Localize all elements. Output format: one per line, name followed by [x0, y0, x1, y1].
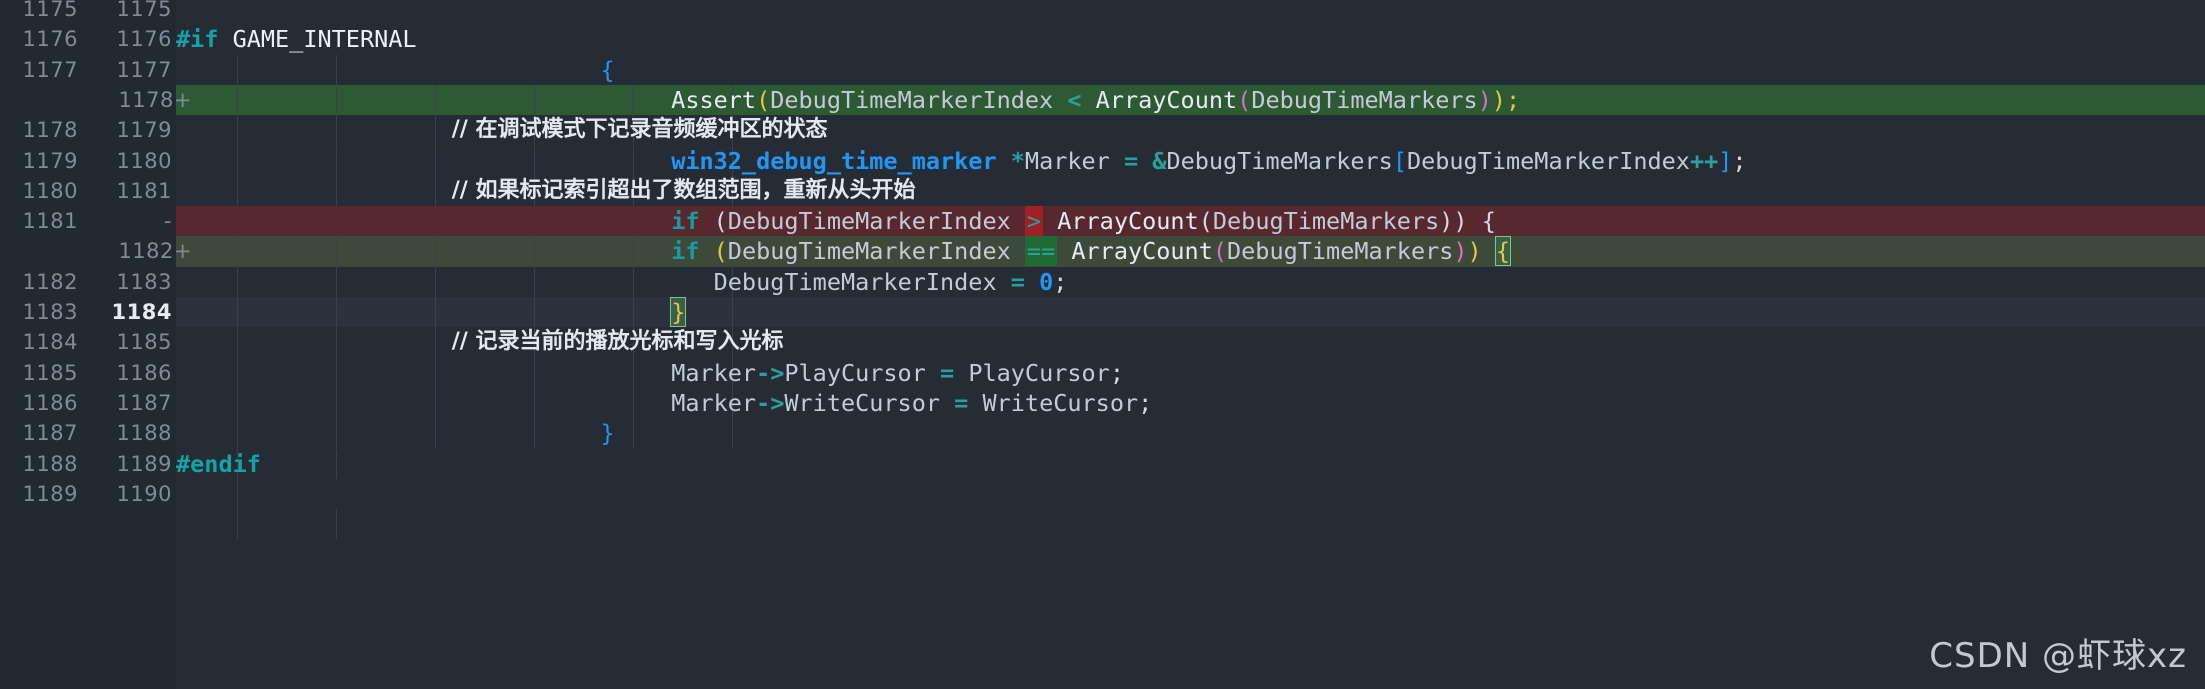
code-line-1184-cursor[interactable]: }	[176, 297, 687, 327]
op-less-than: <	[1067, 85, 1082, 114]
line-number-new: 1187	[116, 390, 172, 415]
field-playcursor: PlayCursor	[784, 358, 926, 387]
var-index: DebugTimeMarkerIndex	[727, 207, 1011, 236]
line-number-old: 1184	[22, 330, 78, 355]
diff-row[interactable]	[0, 449, 2205, 479]
line-number-new: 1181	[116, 178, 172, 203]
var-marker: Marker	[671, 388, 757, 417]
var-markers: DebugTimeMarkers	[1251, 85, 1478, 114]
gutter[interactable]: 1175 1175 1176 1176 1177 1177 1178+ 1178…	[0, 0, 191, 689]
arg-playcursor: PlayCursor	[968, 358, 1110, 387]
line-number-new: 1190	[116, 481, 172, 506]
var-markers: DebugTimeMarkers	[1166, 146, 1393, 175]
field-writecursor: WriteCursor	[784, 388, 941, 417]
line-number-old-deleted: 1181	[22, 209, 78, 234]
line-number-new: 1175	[116, 0, 172, 21]
line-number-new: 1189	[116, 451, 172, 476]
var-index: DebugTimeMarkerIndex	[727, 237, 1011, 266]
var-index: DebugTimeMarkerIndex	[713, 267, 997, 296]
code-line-1182-added[interactable]: if (DebugTimeMarkerIndex == ArrayCount(D…	[176, 236, 1512, 267]
code-line-1181-deleted[interactable]: if (DebugTimeMarkerIndex > ArrayCount(De…	[176, 206, 1496, 237]
var-markers: DebugTimeMarkers	[1227, 237, 1454, 266]
code-line-1186[interactable]: Marker->PlayCursor = PlayCursor;	[176, 358, 1124, 388]
keyword-if: if	[671, 237, 700, 266]
type-name: win32_debug_time_marker	[671, 146, 997, 175]
add-sign: +	[173, 87, 192, 112]
arraycount-call: ArrayCount	[1071, 237, 1213, 266]
line-number-old: 1188	[22, 451, 78, 476]
bracket-match-close: }	[670, 297, 687, 327]
code-line-1179-comment[interactable]: // 在调试模式下记录音频缓冲区的状态	[176, 115, 828, 145]
code-line-1189[interactable]: #endif	[176, 449, 261, 479]
row-background	[0, 449, 2205, 479]
code-line-1181-comment[interactable]: // 如果标记索引超出了数组范围，重新从头开始	[176, 176, 916, 206]
line-number-new: 1186	[116, 360, 172, 385]
code-line-1180[interactable]: win32_debug_time_marker *Marker = &Debug…	[176, 146, 1746, 176]
preproc-directive: #if	[176, 25, 219, 54]
line-number-new: 1188	[116, 421, 172, 446]
close-brace: }	[176, 419, 615, 448]
var-marker: Marker	[671, 358, 757, 387]
code-line-1188[interactable]: }	[176, 418, 615, 448]
line-number-old: 1180	[22, 178, 78, 203]
arraycount-call: ArrayCount	[1057, 207, 1199, 236]
arraycount-call: ArrayCount	[1095, 85, 1238, 114]
line-number-new: 1176	[116, 27, 172, 52]
line-number-new: 1183	[116, 269, 172, 294]
line-number-old: 1175	[22, 0, 78, 21]
diff-viewer[interactable]: #if GAME_INTERNAL { Assert(DebugTimeMark…	[0, 0, 2205, 689]
code-line-1187[interactable]: Marker->WriteCursor = WriteCursor;	[176, 388, 1152, 418]
arg-writecursor: WriteCursor	[982, 388, 1139, 417]
keyword-if: if	[671, 207, 700, 236]
delete-sign: -	[163, 209, 172, 234]
word-diff-deleted: >	[1024, 206, 1044, 237]
var-index: DebugTimeMarkerIndex	[1406, 146, 1690, 175]
line-number-new-added: 1182+	[118, 239, 192, 264]
code-line-1185-comment[interactable]: // 记录当前的播放光标和写入光标	[176, 327, 784, 357]
diff-row[interactable]	[0, 0, 2205, 24]
macro-name: GAME_INTERNAL	[232, 25, 417, 54]
line-number-old: 1187	[22, 421, 78, 446]
diff-row[interactable]	[0, 479, 2205, 509]
line-number-old: 1178	[22, 118, 78, 143]
line-number-old: 1176	[22, 27, 78, 52]
add-sign: +	[173, 239, 192, 264]
line-number-old: 1182	[22, 269, 78, 294]
code-line-1176[interactable]: #if GAME_INTERNAL	[176, 24, 417, 54]
code-line-1183[interactable]: DebugTimeMarkerIndex = 0;	[176, 267, 1068, 297]
line-number-old: 1177	[22, 57, 78, 82]
line-number-old: 1179	[22, 148, 78, 173]
number-zero: 0	[1039, 267, 1054, 296]
line-number-new-cursor: 1184	[111, 300, 172, 324]
line-number-new: 1185	[116, 330, 172, 355]
code-line-1178-added[interactable]: Assert(DebugTimeMarkerIndex < ArrayCount…	[176, 85, 1520, 115]
code-line-1177[interactable]: {	[176, 55, 615, 85]
open-brace: {	[176, 55, 615, 84]
line-number-new: 1177	[116, 57, 172, 82]
line-number-new-added: 1178+	[118, 87, 192, 112]
word-diff-added: ==	[1024, 236, 1058, 267]
line-number-old: 1189	[22, 481, 78, 506]
line-number-old: 1185	[22, 360, 78, 385]
line-number-new: 1180	[116, 148, 172, 173]
watermark: CSDN @虾球xz	[1929, 636, 2187, 676]
row-background	[0, 479, 2205, 509]
line-number-old: 1186	[22, 390, 78, 415]
assert-call: Assert	[176, 85, 757, 114]
preproc-endif: #endif	[176, 449, 261, 478]
bracket-match-open: {	[1494, 236, 1512, 267]
var-markers: DebugTimeMarkers	[1212, 207, 1440, 236]
line-number-new: 1179	[116, 118, 172, 143]
row-background	[0, 0, 2205, 24]
line-number-old: 1183	[22, 300, 78, 324]
var-index: DebugTimeMarkerIndex	[770, 85, 1054, 114]
var-marker: Marker	[1024, 146, 1110, 175]
